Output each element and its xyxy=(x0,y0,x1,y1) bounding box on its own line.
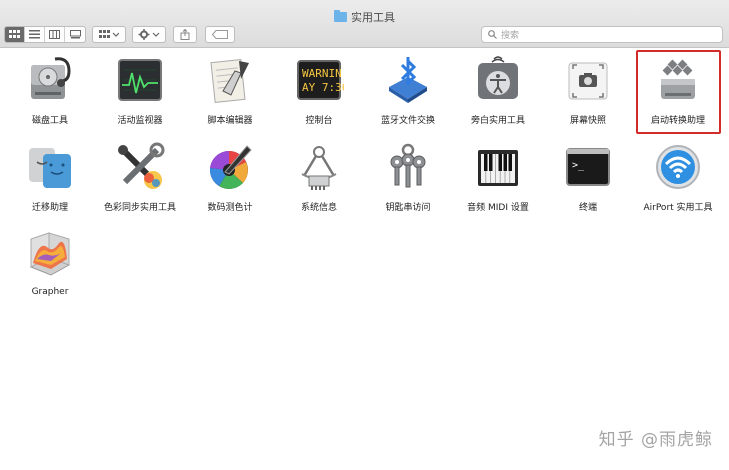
app-label: Grapher xyxy=(31,287,69,297)
terminal-icon: >_ xyxy=(563,142,613,192)
search-icon xyxy=(488,30,497,39)
grapher-icon xyxy=(25,229,75,279)
folder-icon xyxy=(334,10,347,22)
column-view-button[interactable] xyxy=(45,27,65,42)
migration-assistant-icon xyxy=(25,142,75,192)
view-mode-segmented-control[interactable] xyxy=(4,26,86,43)
share-button[interactable] xyxy=(173,26,197,43)
app-label: 音频 MIDI 设置 xyxy=(467,203,529,213)
audio-midi-icon xyxy=(473,142,523,192)
highlight-box xyxy=(636,50,721,134)
app-label: AirPort 实用工具 xyxy=(643,203,713,213)
gallery-view-icon xyxy=(69,30,81,39)
app-label: 旁白实用工具 xyxy=(470,116,525,126)
airport-utility-icon xyxy=(653,142,703,192)
app-colorsync-utility[interactable]: 色彩同步实用工具 xyxy=(97,136,183,220)
app-console[interactable]: WARNIN AY 7:36 控制台 xyxy=(276,49,362,133)
window-title: 实用工具 xyxy=(0,9,729,25)
app-disk-utility[interactable]: 磁盘工具 xyxy=(7,49,93,133)
window-title-text: 实用工具 xyxy=(351,11,395,24)
list-view-button[interactable] xyxy=(25,27,45,42)
app-label: 数码测色计 xyxy=(207,203,253,213)
app-label: 磁盘工具 xyxy=(31,116,68,126)
app-grapher[interactable]: Grapher xyxy=(7,223,93,307)
app-screenshot[interactable]: 屏幕快照 xyxy=(545,49,631,133)
app-label: 屏幕快照 xyxy=(569,116,606,126)
column-view-icon xyxy=(49,30,60,39)
app-label: 蓝牙文件交换 xyxy=(380,116,435,126)
icon-grid: 磁盘工具 活动监视器 脚本编辑器 WARNIN AY 7:36 控制台 蓝牙文件… xyxy=(0,49,729,470)
watermark: 知乎 @雨虎鲸 xyxy=(598,430,713,450)
app-label: 系统信息 xyxy=(300,203,337,213)
app-label: 钥匙串访问 xyxy=(385,203,431,213)
app-label: 迁移助理 xyxy=(31,203,68,213)
list-view-icon xyxy=(29,30,40,39)
search-placeholder: 搜索 xyxy=(501,31,520,41)
keychain-access-icon xyxy=(383,142,433,192)
voiceover-utility-icon xyxy=(473,55,523,105)
icon-view-icon xyxy=(9,30,20,38)
app-label: 脚本编辑器 xyxy=(207,116,253,126)
action-button[interactable] xyxy=(132,26,166,43)
screenshot-icon xyxy=(563,55,613,105)
app-terminal[interactable]: >_ 终端 xyxy=(545,136,631,220)
digital-color-meter-icon xyxy=(205,142,255,192)
console-icon: WARNIN AY 7:36 xyxy=(294,55,344,105)
terminal-prompt: >_ xyxy=(572,160,585,171)
search-field[interactable]: 搜索 xyxy=(481,26,723,43)
arrange-button[interactable] xyxy=(92,26,126,43)
app-label: 色彩同步实用工具 xyxy=(103,203,176,213)
share-icon xyxy=(180,29,190,40)
system-information-icon xyxy=(294,142,344,192)
tag-icon xyxy=(212,30,228,39)
window-toolbar: 实用工具 搜索 xyxy=(0,0,729,48)
app-digital-color-meter[interactable]: 数码测色计 xyxy=(187,136,273,220)
script-editor-icon xyxy=(205,55,255,105)
app-label: 终端 xyxy=(578,203,597,213)
console-screen-line2: AY 7:36 xyxy=(302,81,344,94)
arrange-icon xyxy=(99,30,119,38)
app-migration-assistant[interactable]: 迁移助理 xyxy=(7,136,93,220)
colorsync-icon xyxy=(115,142,165,192)
app-system-information[interactable]: 系统信息 xyxy=(276,136,362,220)
icon-view-button[interactable] xyxy=(5,27,25,42)
app-voiceover-utility[interactable]: 旁白实用工具 xyxy=(455,49,541,133)
gallery-view-button[interactable] xyxy=(65,27,85,42)
activity-monitor-icon xyxy=(115,55,165,105)
app-bluetooth-file-exchange[interactable]: 蓝牙文件交换 xyxy=(365,49,451,133)
app-activity-monitor[interactable]: 活动监视器 xyxy=(97,49,183,133)
app-script-editor[interactable]: 脚本编辑器 xyxy=(187,49,273,133)
tag-button[interactable] xyxy=(205,26,235,43)
gear-icon xyxy=(138,29,160,40)
app-label: 控制台 xyxy=(305,116,333,126)
disk-utility-icon xyxy=(25,55,75,105)
app-audio-midi-setup[interactable]: 音频 MIDI 设置 xyxy=(455,136,541,220)
bluetooth-icon xyxy=(383,55,433,105)
console-screen-line1: WARNIN xyxy=(302,67,342,80)
app-airport-utility[interactable]: AirPort 实用工具 xyxy=(635,136,721,220)
app-keychain-access[interactable]: 钥匙串访问 xyxy=(365,136,451,220)
app-label: 活动监视器 xyxy=(117,116,163,126)
